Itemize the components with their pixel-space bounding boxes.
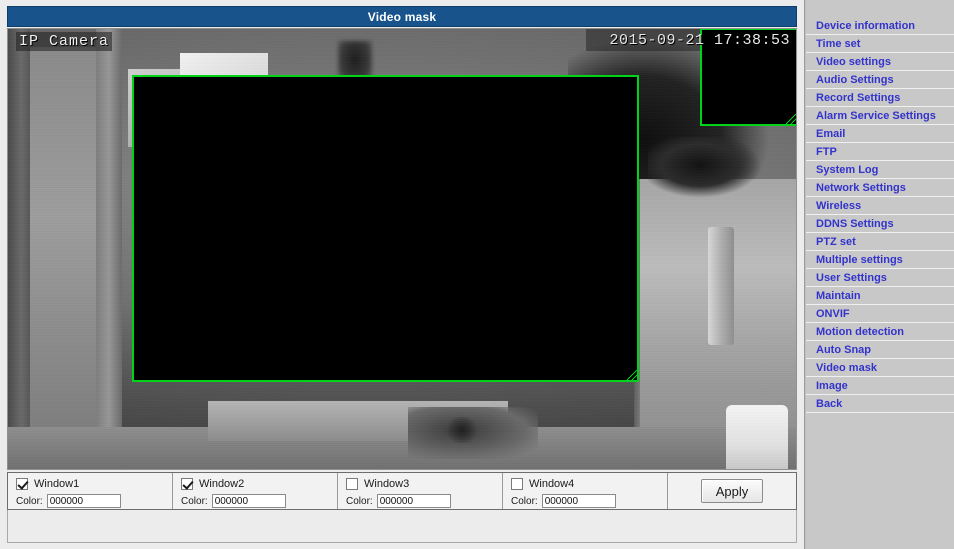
sidebar-item-audio-settings[interactable]: Audio Settings	[806, 71, 954, 89]
sidebar-item-wireless[interactable]: Wireless	[806, 197, 954, 215]
sidebar-item-alarm-service-settings[interactable]: Alarm Service Settings	[806, 107, 954, 125]
osd-timestamp: 2015-09-21 17:38:53	[609, 32, 790, 49]
page-title: Video mask	[367, 9, 437, 24]
window3-color-input[interactable]	[376, 494, 451, 508]
window1-color-label: Color:	[16, 495, 43, 507]
sidebar-item-image[interactable]: Image	[806, 377, 954, 395]
sidebar-item-maintain[interactable]: Maintain	[806, 287, 954, 305]
osd-camera-name: IP Camera	[16, 32, 113, 51]
window3-checkbox[interactable]	[346, 477, 358, 490]
window1-color-input[interactable]	[46, 494, 121, 508]
sidebar-item-record-settings[interactable]: Record Settings	[806, 89, 954, 107]
osd-time-value: 17:38:53	[713, 32, 790, 49]
sidebar-item-ftp[interactable]: FTP	[806, 143, 954, 161]
window2-color-input[interactable]	[211, 494, 286, 508]
window1-checkbox[interactable]	[16, 477, 28, 490]
window2-label: Window2	[199, 477, 245, 490]
video-preview[interactable]: IP Camera 2015-09-21 17:38:53	[7, 28, 797, 470]
window4-label: Window4	[529, 477, 575, 490]
sidebar-item-ptz-set[interactable]: PTZ set	[806, 233, 954, 251]
sidebar-item-video-mask[interactable]: Video mask	[806, 359, 954, 377]
mask-window-controls: Window1 Color: Window2 Color:	[7, 472, 797, 510]
window3-label: Window3	[364, 477, 410, 490]
bottom-filler-area	[7, 510, 797, 543]
sidebar-item-multiple-settings[interactable]: Multiple settings	[806, 251, 954, 269]
window3-color-label: Color:	[346, 495, 373, 507]
sidebar-item-user-settings[interactable]: User Settings	[806, 269, 954, 287]
settings-sidebar: Device information Time set Video settin…	[806, 0, 954, 549]
sidebar-item-email[interactable]: Email	[806, 125, 954, 143]
mask-window-cell-1: Window1 Color:	[8, 473, 173, 509]
sidebar-item-system-log[interactable]: System Log	[806, 161, 954, 179]
sidebar-item-time-set[interactable]: Time set	[806, 35, 954, 53]
osd-date-value: 2015-09-21	[609, 32, 705, 49]
mask-window-cell-2: Window2 Color:	[173, 473, 338, 509]
video-mask-region-1[interactable]	[132, 75, 639, 382]
sidebar-item-back[interactable]: Back	[806, 395, 954, 413]
sidebar-item-ddns-settings[interactable]: DDNS Settings	[806, 215, 954, 233]
window2-checkbox[interactable]	[181, 477, 193, 490]
sidebar-item-network-settings[interactable]: Network Settings	[806, 179, 954, 197]
window4-color-label: Color:	[511, 495, 538, 507]
mask-resize-handle-2[interactable]	[786, 114, 796, 124]
sidebar-item-device-information[interactable]: Device information	[806, 17, 954, 35]
mask-window-cell-3: Window3 Color:	[338, 473, 503, 509]
sidebar-item-onvif[interactable]: ONVIF	[806, 305, 954, 323]
window2-color-label: Color:	[181, 495, 208, 507]
mask-window-cell-4: Window4 Color:	[503, 473, 668, 509]
window4-color-input[interactable]	[541, 494, 616, 508]
apply-button-cell: Apply	[668, 473, 796, 509]
video-mask-page: Video mask IP Camera 2015-09-21 17:38:53…	[0, 0, 954, 549]
sidebar-item-motion-detection[interactable]: Motion detection	[806, 323, 954, 341]
sidebar-item-auto-snap[interactable]: Auto Snap	[806, 341, 954, 359]
sidebar-item-video-settings[interactable]: Video settings	[806, 53, 954, 71]
main-panel: Video mask IP Camera 2015-09-21 17:38:53…	[0, 0, 805, 549]
window-titlebar: Video mask	[7, 6, 797, 27]
window1-label: Window1	[34, 477, 80, 490]
mask-resize-handle-1[interactable]	[627, 370, 637, 380]
window4-checkbox[interactable]	[511, 477, 523, 490]
apply-button[interactable]: Apply	[701, 479, 763, 503]
